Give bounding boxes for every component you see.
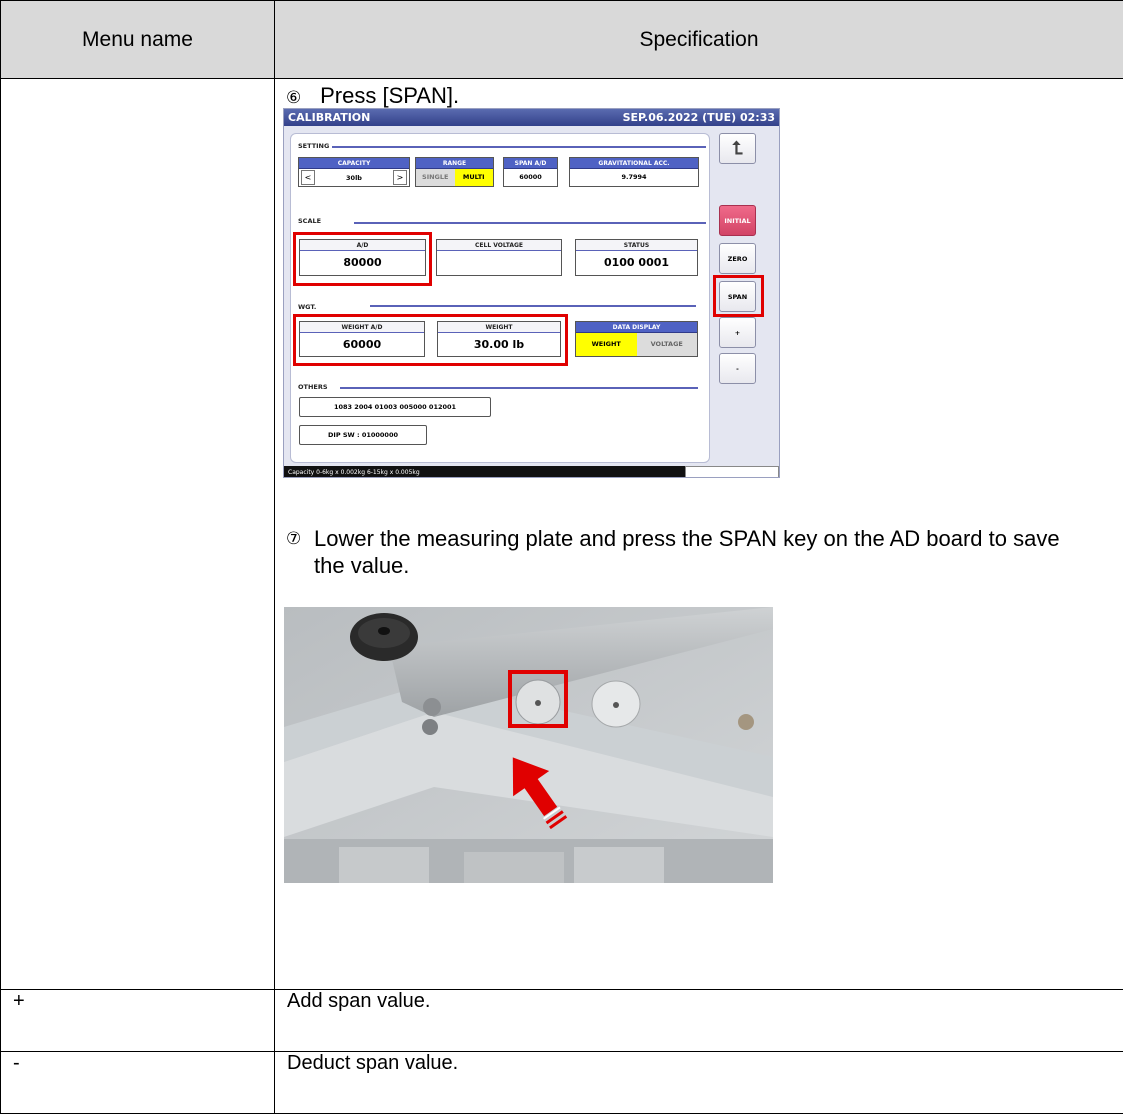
others-code-box: 1083 2004 01003 005000 012001 bbox=[299, 397, 491, 417]
range-multi-button[interactable]: MULTI bbox=[455, 169, 494, 186]
header-specification: Specification bbox=[275, 1, 1123, 79]
span-ad-value: 60000 bbox=[504, 169, 557, 186]
gravitational-box: GRAVITATIONAL ACC. 9.7994 bbox=[569, 157, 699, 187]
screen-footer: Capacity 0-6kg x 0.002kg 6-15kg x 0.005k… bbox=[284, 466, 779, 478]
back-arrow-icon[interactable]: ⮤ bbox=[719, 133, 756, 164]
span-ad-box: SPAN A/D 60000 bbox=[503, 157, 558, 187]
status-box: STATUS 0100 0001 bbox=[575, 239, 698, 276]
gravitational-value: 9.7994 bbox=[570, 169, 698, 186]
range-single-button[interactable]: SINGLE bbox=[416, 169, 455, 186]
plus-button[interactable]: + bbox=[719, 317, 756, 348]
spec-cell-plus: Add span value. bbox=[275, 990, 1123, 1052]
dip-sw-value: DIP SW : 01000000 bbox=[300, 426, 426, 444]
menu-cell-plus: + bbox=[1, 990, 275, 1052]
footer-white-field bbox=[685, 466, 779, 478]
others-rule bbox=[340, 387, 698, 389]
ad-board-photo bbox=[284, 607, 773, 883]
span-ad-header: SPAN A/D bbox=[504, 158, 557, 169]
setting-label: SETTING bbox=[298, 142, 329, 150]
calibration-screen: CALIBRATION SEP.06.2022 (TUE) 02:33 SETT… bbox=[283, 108, 780, 478]
capacity-box: CAPACITY < 30lb > bbox=[298, 157, 410, 187]
range-box: RANGE SINGLE MULTI bbox=[415, 157, 494, 187]
scale-rule bbox=[354, 222, 706, 224]
data-display-box: DATA DISPLAY WEIGHT VOLTAGE bbox=[575, 321, 698, 357]
others-code: 1083 2004 01003 005000 012001 bbox=[300, 398, 490, 416]
screen-titlebar: CALIBRATION SEP.06.2022 (TUE) 02:33 bbox=[284, 109, 779, 126]
range-header: RANGE bbox=[416, 158, 493, 169]
cell-voltage-header: CELL VOLTAGE bbox=[437, 240, 561, 251]
gravitational-header: GRAVITATIONAL ACC. bbox=[570, 158, 698, 169]
scale-label: SCALE bbox=[298, 217, 321, 225]
data-display-weight-button[interactable]: WEIGHT bbox=[576, 333, 637, 356]
chevron-right-icon[interactable]: > bbox=[393, 170, 407, 185]
cell-voltage-box: CELL VOLTAGE bbox=[436, 239, 562, 276]
zero-button[interactable]: ZERO bbox=[719, 243, 756, 274]
chevron-left-icon[interactable]: < bbox=[301, 170, 315, 185]
highlight-weight bbox=[293, 314, 568, 366]
dip-sw-box: DIP SW : 01000000 bbox=[299, 425, 427, 445]
others-label: OTHERS bbox=[298, 383, 328, 391]
capacity-value: 30lb bbox=[315, 174, 393, 182]
wgt-label: WGT. bbox=[298, 303, 316, 311]
highlight-ad bbox=[293, 232, 432, 286]
step-7: ⑦ Lower the measuring plate and press th… bbox=[286, 525, 1086, 579]
step-6-text: Press [SPAN]. bbox=[320, 83, 459, 108]
data-display-voltage-button[interactable]: VOLTAGE bbox=[637, 333, 698, 356]
menu-cell-span bbox=[1, 79, 275, 990]
step-7-number: ⑦ bbox=[286, 525, 314, 579]
status-header: STATUS bbox=[576, 240, 697, 251]
capacity-header: CAPACITY bbox=[299, 158, 409, 169]
spec-cell-minus: Deduct span value. bbox=[275, 1052, 1123, 1114]
initial-button[interactable]: INITIAL bbox=[719, 205, 756, 236]
footer-capacity-text: Capacity 0-6kg x 0.002kg 6-15kg x 0.005k… bbox=[288, 469, 420, 476]
step-7-text: Lower the measuring plate and press the … bbox=[314, 525, 1086, 579]
screen-datetime: SEP.06.2022 (TUE) 02:33 bbox=[623, 109, 775, 126]
minus-button[interactable]: - bbox=[719, 353, 756, 384]
highlight-span-button bbox=[713, 275, 764, 317]
wgt-rule bbox=[370, 305, 696, 307]
ad-board-illustration bbox=[284, 607, 773, 883]
menu-cell-minus: - bbox=[1, 1052, 275, 1114]
setting-rule bbox=[332, 146, 706, 148]
header-menu-name: Menu name bbox=[1, 1, 275, 79]
status-value: 0100 0001 bbox=[576, 251, 697, 275]
data-display-header: DATA DISPLAY bbox=[576, 322, 697, 333]
screen-title: CALIBRATION bbox=[288, 109, 370, 126]
